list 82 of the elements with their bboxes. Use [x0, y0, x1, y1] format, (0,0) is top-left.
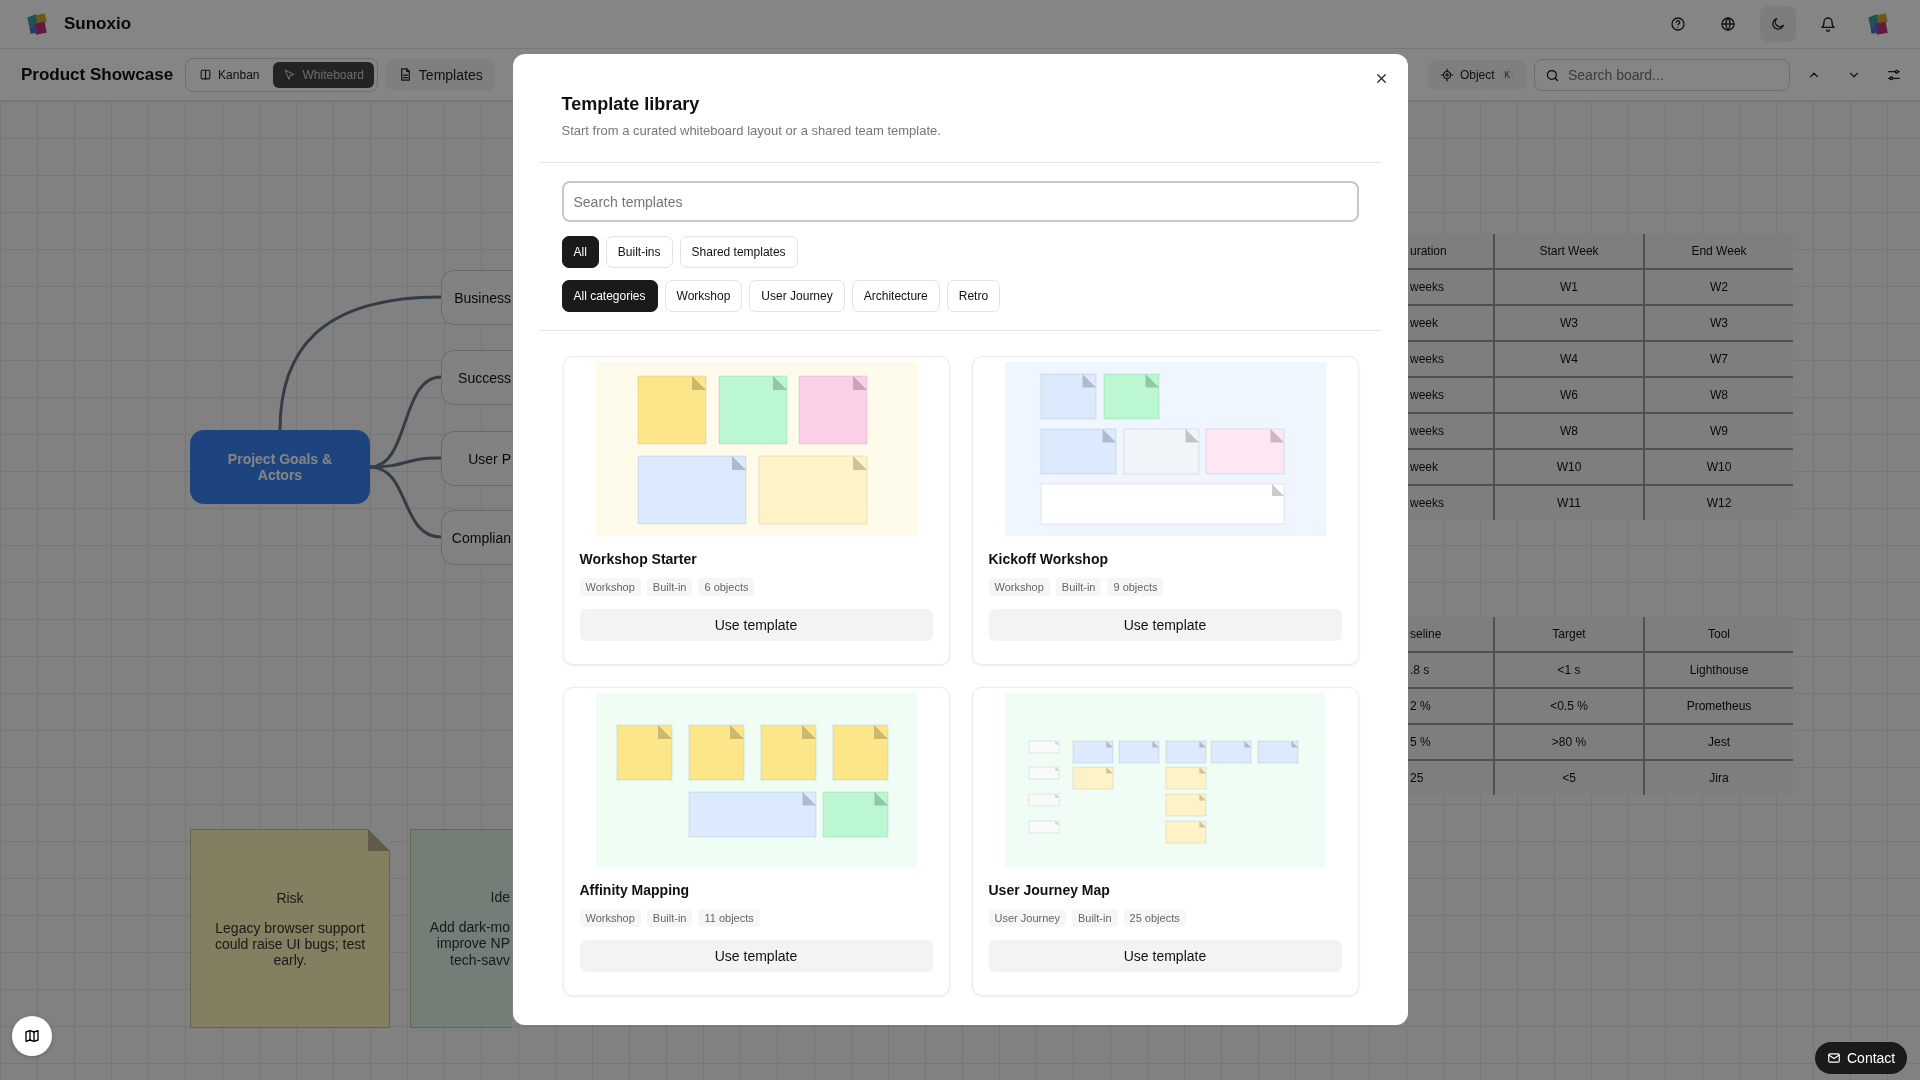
template-tag: Workshop — [988, 578, 1050, 596]
table-cell: <1 s — [1494, 652, 1644, 688]
table-cell: W1 — [1494, 269, 1644, 305]
cursor-icon — [283, 68, 297, 81]
template-title: User Journey Map — [988, 882, 1111, 898]
template-card[interactable]: User Journey Map User Journey Built-in 25 objects Use template — [971, 687, 1359, 996]
template-tag: 9 objects — [1107, 578, 1164, 596]
use-template-button[interactable]: Use template — [579, 940, 933, 972]
table-cell: Target — [1494, 617, 1644, 652]
use-template-button[interactable]: Use template — [988, 940, 1342, 972]
note-text: Legacy browser support could raise UI bugs; test early. — [213, 919, 367, 968]
template-tag: Workshop — [579, 578, 641, 596]
contact-button[interactable]: Contact — [1815, 1042, 1908, 1074]
template-title: Affinity Mapping — [579, 882, 691, 898]
table-cell: End Week — [1644, 234, 1793, 269]
app-name: Sunoxio — [64, 14, 132, 34]
search-field[interactable]: Search board... — [1534, 58, 1790, 91]
columns-icon — [199, 68, 213, 81]
template-title: Kickoff Workshop — [988, 551, 1110, 567]
bell-icon — [1820, 16, 1836, 32]
theme-button[interactable] — [1760, 6, 1796, 42]
map-icon — [24, 1028, 40, 1044]
table-cell: W10 — [1494, 449, 1644, 485]
template-tag: User Journey — [988, 909, 1066, 927]
mind-map-node[interactable]: Success — [441, 350, 512, 405]
template-tag: Built-in — [646, 909, 693, 927]
source-filter[interactable]: Built-ins — [605, 236, 673, 268]
table-cell: W8 — [1494, 413, 1644, 449]
board-title: Product Showcase — [21, 64, 174, 85]
logo-icon — [24, 11, 50, 37]
category-filter[interactable]: Architecture — [851, 280, 940, 312]
note-title: Risk — [275, 889, 305, 906]
note-title: Ide — [489, 889, 510, 906]
table-cell: <0.5 % — [1494, 688, 1644, 724]
table-cell: Start Week — [1494, 234, 1644, 269]
template-tag: 11 objects — [698, 909, 760, 927]
search-field[interactable]: Search templates — [561, 181, 1359, 222]
template-tag: Built-in — [1055, 578, 1102, 596]
table-cell: W3 — [1494, 305, 1644, 341]
templates-button[interactable]: Templates — [385, 58, 495, 91]
search-icon — [1545, 67, 1560, 83]
category-filter[interactable]: Workshop — [664, 280, 743, 312]
note-text: tech-savv — [450, 951, 510, 968]
view-tab[interactable]: Kanban — [189, 61, 270, 88]
table-cell: Tool — [1644, 617, 1793, 652]
table-cell: W4 — [1494, 341, 1644, 377]
dialog-title: Template library — [561, 94, 701, 115]
mind-map-node[interactable]: User P — [441, 431, 512, 486]
sticky-note[interactable]: Risk Legacy browser support could raise UI bugs; test early. — [190, 829, 390, 1028]
table-cell: >80 % — [1494, 724, 1644, 760]
template-card[interactable]: Workshop Starter Workshop Built-in 6 objects Use template — [562, 356, 950, 665]
template-tag: Built-in — [646, 578, 693, 596]
template-tag: Built-in — [1071, 909, 1118, 927]
category-filter[interactable]: Retro — [946, 280, 1001, 312]
moon-icon — [1770, 16, 1786, 32]
mind-map-node[interactable]: Business — [441, 270, 512, 325]
note-text: Add dark-mo — [429, 919, 510, 936]
table-cell: Jira — [1644, 760, 1793, 795]
mail-icon — [1827, 1051, 1841, 1065]
source-filter[interactable]: All — [561, 236, 599, 268]
globe-icon — [1720, 16, 1736, 32]
source-filter[interactable]: Shared templates — [679, 236, 798, 268]
avatar-icon — [1865, 11, 1891, 37]
mind-map-node[interactable]: Complian — [441, 510, 512, 565]
sticky-note[interactable]: Ide Add dark-mo improve NP tech-savv — [410, 829, 512, 1028]
use-template-button[interactable]: Use template — [579, 609, 933, 641]
template-title: Workshop Starter — [579, 551, 698, 567]
template-card[interactable]: Affinity Mapping Workshop Built-in 11 objects Use template — [562, 687, 950, 996]
table-cell: W6 — [1494, 377, 1644, 413]
table-cell: W12 — [1644, 485, 1793, 520]
category-filter[interactable]: User Journey — [749, 280, 845, 312]
template-tag: 25 objects — [1123, 909, 1186, 927]
category-filter[interactable]: All categories — [561, 280, 658, 312]
object-button[interactable]: Object K — [1427, 59, 1526, 90]
help-icon — [1670, 16, 1686, 32]
note-text: improve NP — [436, 935, 510, 952]
template-tag: Workshop — [579, 909, 641, 927]
template-tag: 6 objects — [698, 578, 755, 596]
dialog-subtitle: Start from a curated whiteboard layout or a shared team template. — [561, 123, 942, 138]
use-template-button[interactable]: Use template — [988, 609, 1342, 641]
template-card[interactable]: Kickoff Workshop Workshop Built-in 9 objects Use template — [971, 356, 1359, 665]
target-icon — [1439, 67, 1454, 82]
